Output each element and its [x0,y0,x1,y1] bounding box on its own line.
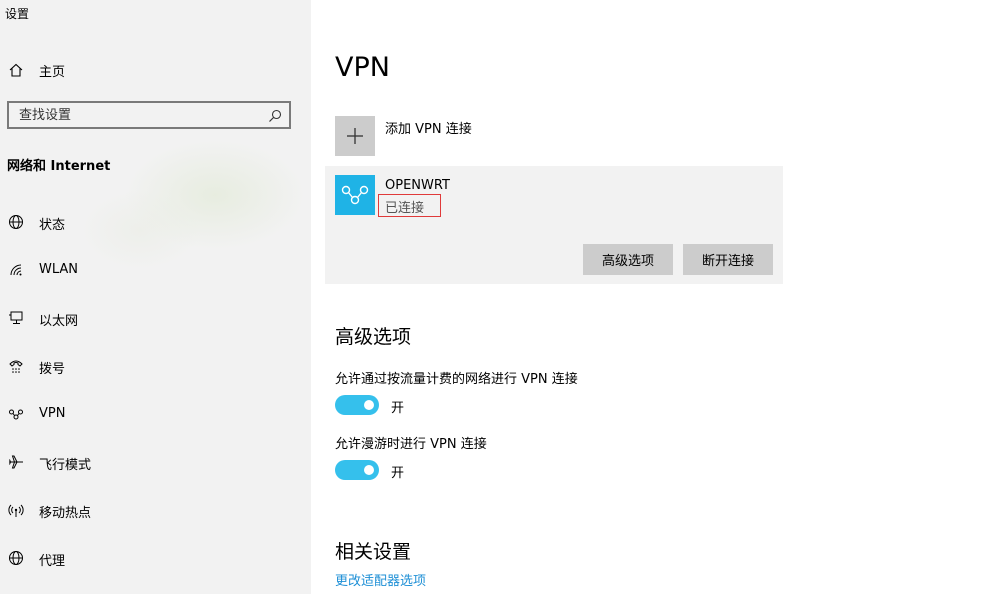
home-icon [7,61,25,79]
toggle-knob [364,400,374,410]
window-title: 设置 [5,7,30,21]
metered-toggle-state: 开 [391,401,405,416]
vpn-status: 已连接 [385,201,425,216]
search-icon[interactable] [268,108,282,122]
roaming-toggle[interactable] [335,460,379,480]
change-adapter-link[interactable]: 更改适配器选项 [335,570,426,589]
sidebar-item-label: WLAN [39,262,79,277]
sidebar-item-label: 移动热点 [39,506,92,521]
home-label: 主页 [39,64,66,80]
sidebar-item-label: VPN [39,406,66,421]
sidebar-item-ethernet[interactable]: 以太网 [0,298,300,338]
search-box[interactable] [7,101,291,129]
wifi-icon [7,261,25,279]
search-input[interactable] [9,103,269,127]
toggle-knob [364,465,374,475]
sidebar-item-label: 状态 [39,218,66,233]
metered-label: 允许通过按流量计费的网络进行 VPN 连接 [335,372,578,387]
vpn-tile [335,175,375,215]
advanced-heading: 高级选项 [335,326,412,348]
sidebar-item-dialup[interactable]: 拨号 [0,346,300,386]
metered-toggle[interactable] [335,395,379,415]
roaming-label: 允许漫游时进行 VPN 连接 [335,437,487,452]
sidebar-item-wlan[interactable]: WLAN [0,250,300,290]
dialup-icon [7,357,25,375]
ethernet-icon [7,309,25,327]
globe-icon [7,213,25,231]
sidebar: 设置 主页 网络和 Internet 状态 WLAN 以太网 [0,0,311,594]
sidebar-item-proxy[interactable]: 代理 [0,538,300,578]
vpn-status-highlight: 已连接 [378,194,441,217]
vpn-icon [341,185,369,205]
vpn-name: OPENWRT [385,178,450,193]
related-heading: 相关设置 [335,541,412,563]
add-vpn-label: 添加 VPN 连接 [385,122,472,137]
airplane-icon [7,453,25,471]
sidebar-item-label: 拨号 [39,362,66,377]
sidebar-item-label: 飞行模式 [39,458,92,473]
globe-icon [7,549,25,567]
vpn-icon [7,405,25,423]
section-title: 网络和 Internet [7,159,111,174]
plus-icon [347,128,363,144]
advanced-options-button[interactable]: 高级选项 [583,244,673,275]
main-content: VPN 添加 VPN 连接 OPENWRT 已连接 高级选项 断开连接 高级选项… [311,0,984,594]
sidebar-item-hotspot[interactable]: 移动热点 [0,490,300,530]
home-nav-item[interactable]: 主页 [0,56,300,84]
hotspot-icon [7,501,25,519]
page-title: VPN [335,52,390,83]
sidebar-item-label: 以太网 [39,314,79,329]
add-tile [335,116,375,156]
disconnect-button[interactable]: 断开连接 [683,244,773,275]
roaming-toggle-state: 开 [391,466,405,481]
sidebar-item-airplane[interactable]: 飞行模式 [0,442,300,482]
sidebar-item-label: 代理 [39,554,66,569]
sidebar-item-vpn[interactable]: VPN [0,394,300,434]
vpn-connection-card[interactable]: OPENWRT 已连接 高级选项 断开连接 [325,166,783,284]
sidebar-item-status[interactable]: 状态 [0,202,300,242]
add-vpn-button[interactable]: 添加 VPN 连接 [335,116,775,156]
